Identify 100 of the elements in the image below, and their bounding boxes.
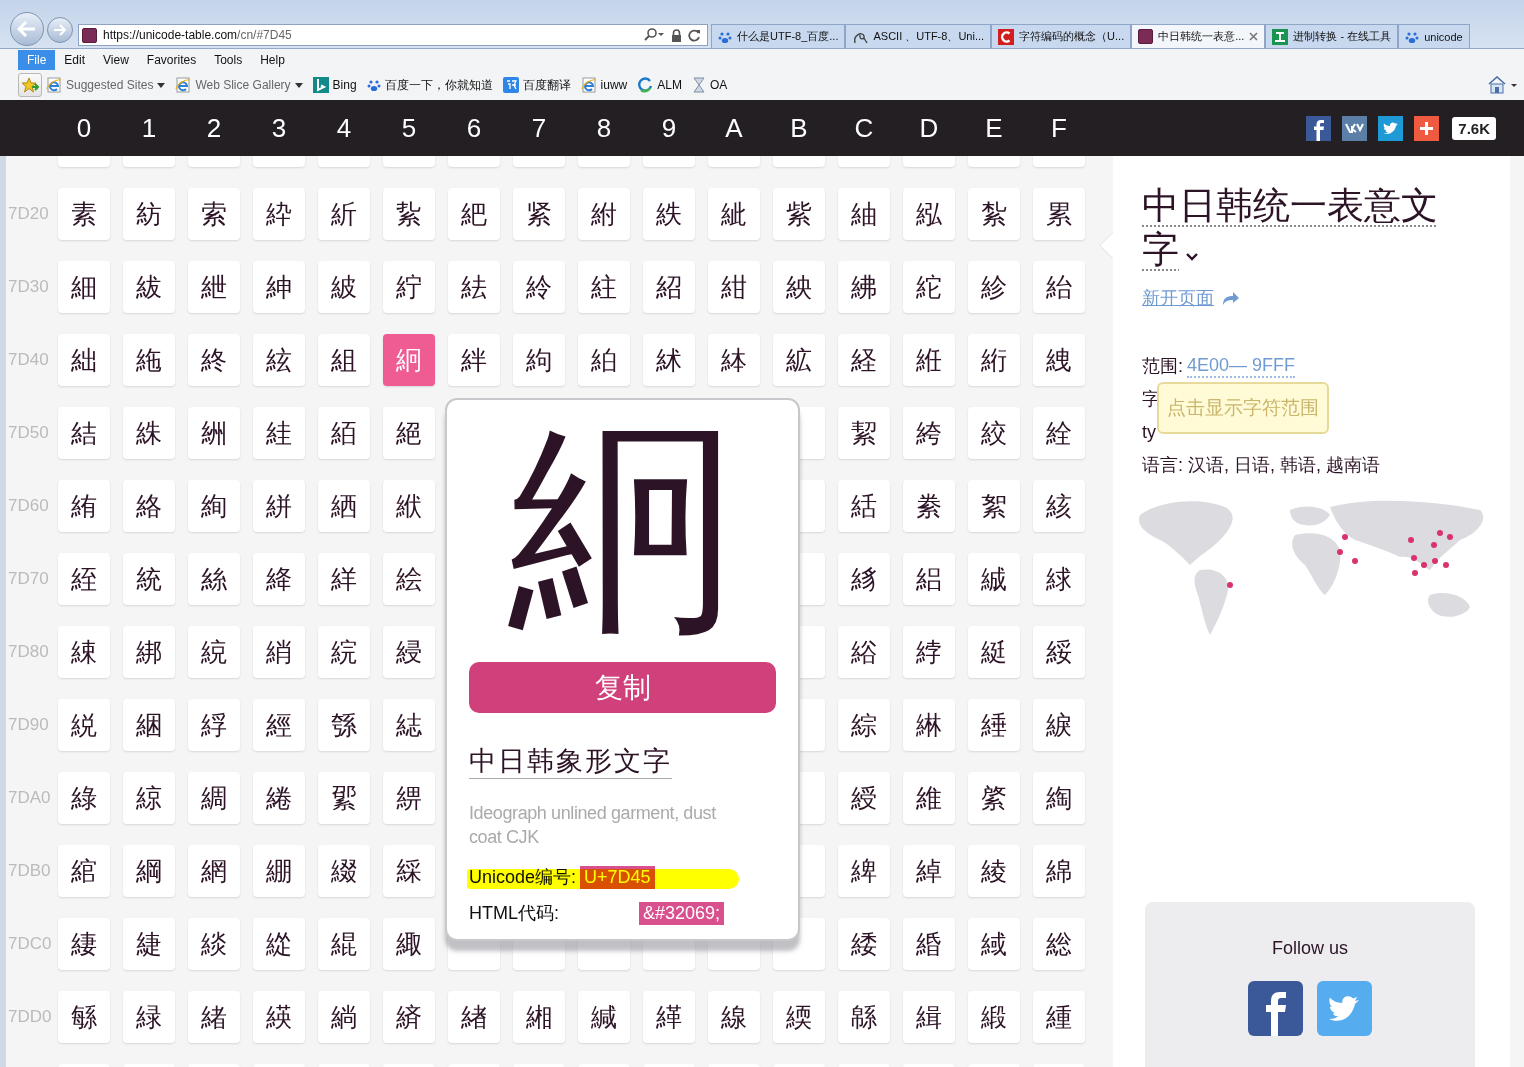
copy-button[interactable]: 复制 [469,662,776,713]
char-tile[interactable]: 紽 [903,261,955,313]
char-tile[interactable]: 緝 [903,991,955,1043]
char-tile[interactable]: 絀 [58,334,110,386]
char-tile[interactable]: 絜 [838,407,890,459]
char-tile[interactable]: 綥 [383,772,435,824]
char-tile[interactable]: 綴 [318,845,370,897]
char-tile[interactable]: 紡 [123,188,175,240]
menu-item[interactable]: View [94,50,138,70]
back-button[interactable] [10,12,44,46]
twitter-icon[interactable] [1378,115,1404,141]
char-tile[interactable]: 絇 [513,334,565,386]
char-tile[interactable]: 綡 [123,772,175,824]
char-tile[interactable]: 絊 [708,334,760,386]
char-tile[interactable]: 線 [708,991,760,1043]
char-tile[interactable]: 絆 [448,334,500,386]
char-tile[interactable]: 綅 [383,626,435,678]
char-tile[interactable]: 緃 [253,918,305,970]
char-tile[interactable]: 紶 [448,261,500,313]
vk-icon[interactable] [1342,115,1368,141]
facebook-icon[interactable] [1248,981,1303,1036]
address-bar[interactable]: https://unicode-table.com/cn/#7D45 [78,24,708,46]
char-tile[interactable]: 綔 [318,699,370,751]
char-tile[interactable]: 絰 [58,553,110,605]
char-tile[interactable]: 緗 [513,991,565,1043]
char-tile[interactable]: 紧 [513,188,565,240]
char-tile[interactable]: 紭 [903,188,955,240]
char-tile[interactable]: 絽 [903,553,955,605]
char-tile[interactable]: 緞 [968,991,1020,1043]
favorites-link[interactable]: OA [691,77,728,93]
char-tile[interactable]: 紮 [968,188,1020,240]
share-arrow-icon[interactable] [1222,291,1240,305]
char-tile[interactable]: 緙 [643,991,695,1043]
char-tile[interactable]: 絃 [253,334,305,386]
char-tile[interactable]: 絮 [968,480,1020,532]
char-tile[interactable]: 紱 [123,261,175,313]
char-tile[interactable]: 緎 [968,918,1020,970]
close-icon[interactable] [1249,32,1259,41]
char-tile[interactable]: 紳 [253,261,305,313]
home-button[interactable] [1488,76,1518,94]
char-tile[interactable]: 綕 [383,699,435,751]
char-tile[interactable]: 綎 [968,626,1020,678]
char-tile[interactable]: 素 [58,188,110,240]
char-tile[interactable]: 紴 [318,261,370,313]
char-tile[interactable]: 紾 [968,261,1020,313]
char-tile[interactable]: 絎 [968,334,1020,386]
char-tile[interactable]: 紻 [773,261,825,313]
browser-tab[interactable]: 进制转换 - 在线工具 [1265,24,1399,48]
char-tile[interactable]: 紨 [578,188,630,240]
char-tile[interactable]: 紬 [838,188,890,240]
char-tile[interactable]: 細 [58,261,110,313]
char-tile[interactable]: 紼 [838,261,890,313]
char-tile[interactable]: 絲 [188,553,240,605]
char-tile[interactable]: 絍 [903,334,955,386]
char-tile[interactable]: 綼 [838,845,890,897]
char-tile[interactable]: 綌 [838,626,890,678]
char-tile[interactable]: 絞 [968,407,1020,459]
char-tile[interactable]: 綏 [1033,626,1085,678]
search-icon[interactable] [643,28,665,42]
char-tile[interactable]: 終 [188,334,240,386]
char-tile[interactable]: 絟 [1033,407,1085,459]
menu-item[interactable]: Favorites [137,50,206,70]
char-tile[interactable]: 緄 [318,918,370,970]
char-tile[interactable]: 絯 [1033,480,1085,532]
char-tile[interactable]: 綤 [318,772,370,824]
char-tile[interactable]: 綍 [903,626,955,678]
char-tile[interactable]: 絬 [838,480,890,532]
char-tile[interactable]: 綾 [968,845,1020,897]
char-tile[interactable]: 絏 [1033,334,1085,386]
char-tile[interactable]: 緁 [123,918,175,970]
char-tile[interactable]: 緅 [383,918,435,970]
menu-item[interactable]: Edit [55,50,95,70]
char-tile[interactable]: 緘 [578,991,630,1043]
char-tile[interactable]: 緓 [253,991,305,1043]
char-tile[interactable]: 紲 [188,261,240,313]
char-tile[interactable]: 綝 [903,699,955,751]
char-tile[interactable]: 絓 [253,407,305,459]
menu-item[interactable]: Help [251,50,294,70]
char-tile[interactable]: 絴 [318,553,370,605]
char-tile[interactable]: 絑 [123,407,175,459]
char-tile[interactable]: 絾 [968,553,1020,605]
char-tile[interactable]: 綽 [903,845,955,897]
char-tile[interactable]: 綠 [58,772,110,824]
char-tile[interactable]: 綢 [188,772,240,824]
favorites-link[interactable]: Bing [312,77,357,93]
char-tile[interactable]: 緑 [123,991,175,1043]
char-tile[interactable]: 結 [58,407,110,459]
char-tile[interactable]: 紺 [708,261,760,313]
char-tile[interactable]: 絥 [383,480,435,532]
char-tile[interactable]: 緖 [448,991,500,1043]
char-tile[interactable]: 紷 [513,261,565,313]
char-tile[interactable]: 絔 [318,407,370,459]
favorites-button[interactable] [18,73,42,97]
char-tile[interactable]: 維 [903,772,955,824]
char-tile[interactable]: 緐 [58,991,110,1043]
char-tile[interactable]: 緒 [188,991,240,1043]
char-tile[interactable]: 絡 [123,480,175,532]
char-tile[interactable]: 紹 [643,261,695,313]
char-tile[interactable]: 紪 [708,188,760,240]
block-title-dropdown[interactable]: 中日韩统一表意文字 [1142,184,1452,272]
